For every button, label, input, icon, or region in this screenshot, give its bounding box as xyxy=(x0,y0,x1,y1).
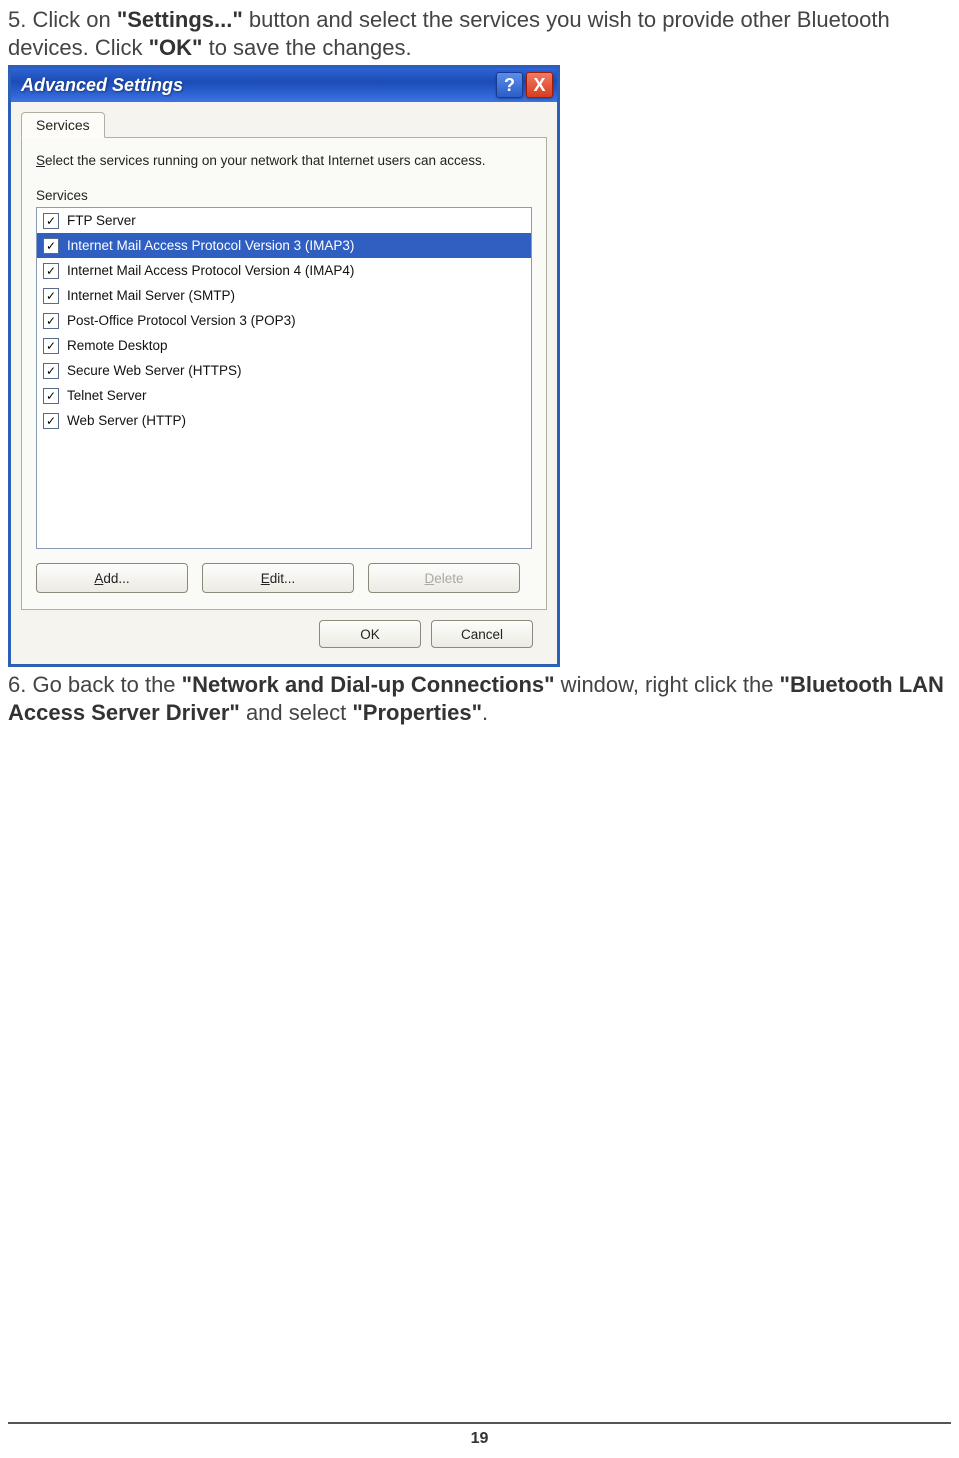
service-item[interactable]: ✓ Telnet Server xyxy=(37,383,531,408)
help-button[interactable]: ? xyxy=(496,72,523,98)
step-5-text: 5. Click on "Settings..." button and sel… xyxy=(8,6,951,61)
checkbox[interactable]: ✓ xyxy=(43,338,59,354)
checkbox[interactable]: ✓ xyxy=(43,313,59,329)
ok-button[interactable]: OK xyxy=(319,620,421,648)
page-number: 19 xyxy=(471,1430,489,1447)
service-item[interactable]: ✓ Secure Web Server (HTTPS) xyxy=(37,358,531,383)
service-label: Telnet Server xyxy=(67,388,147,403)
service-label: Internet Mail Access Protocol Version 3 … xyxy=(67,238,354,253)
checkbox[interactable]: ✓ xyxy=(43,363,59,379)
services-label: Services xyxy=(36,188,532,203)
service-item[interactable]: ✓ Post-Office Protocol Version 3 (POP3) xyxy=(37,308,531,333)
dialog-body: Services Select the services running on … xyxy=(11,102,557,664)
service-label: Web Server (HTTP) xyxy=(67,413,186,428)
description-text: Select the services running on your netw… xyxy=(36,152,532,170)
checkbox[interactable]: ✓ xyxy=(43,388,59,404)
step-6-text: 6. Go back to the "Network and Dial-up C… xyxy=(8,671,951,726)
service-item[interactable]: ✓ FTP Server xyxy=(37,208,531,233)
service-item[interactable]: ✓ Web Server (HTTP) xyxy=(37,408,531,433)
service-label: Internet Mail Access Protocol Version 4 … xyxy=(67,263,354,278)
page-footer: 19 xyxy=(0,1422,959,1448)
service-label: Remote Desktop xyxy=(67,338,168,353)
service-item[interactable]: ✓ Remote Desktop xyxy=(37,333,531,358)
services-list[interactable]: ✓ FTP Server ✓ Internet Mail Access Protoco… xyxy=(36,207,532,549)
list-button-row: Add... Edit... Delete xyxy=(36,563,532,593)
service-label: FTP Server xyxy=(67,213,136,228)
checkbox[interactable]: ✓ xyxy=(43,263,59,279)
dialog-footer: OK Cancel xyxy=(21,610,547,652)
close-icon: X xyxy=(533,75,545,96)
checkbox[interactable]: ✓ xyxy=(43,413,59,429)
delete-button: Delete xyxy=(368,563,520,593)
service-label: Secure Web Server (HTTPS) xyxy=(67,363,242,378)
help-icon: ? xyxy=(504,75,515,96)
tab-services[interactable]: Services xyxy=(21,112,105,138)
checkbox[interactable]: ✓ xyxy=(43,238,59,254)
dialog-title: Advanced Settings xyxy=(21,75,493,96)
add-button[interactable]: Add... xyxy=(36,563,188,593)
cancel-button[interactable]: Cancel xyxy=(431,620,533,648)
service-item[interactable]: ✓ Internet Mail Access Protocol Version 4… xyxy=(37,258,531,283)
service-label: Post-Office Protocol Version 3 (POP3) xyxy=(67,313,296,328)
service-item[interactable]: ✓ Internet Mail Access Protocol Version 3… xyxy=(37,233,531,258)
tab-panel: Select the services running on your netw… xyxy=(21,137,547,610)
service-item[interactable]: ✓ Internet Mail Server (SMTP) xyxy=(37,283,531,308)
close-button[interactable]: X xyxy=(526,72,553,98)
checkbox[interactable]: ✓ xyxy=(43,288,59,304)
service-label: Internet Mail Server (SMTP) xyxy=(67,288,235,303)
titlebar: Advanced Settings ? X xyxy=(11,68,557,102)
advanced-settings-dialog: Advanced Settings ? X Services Select th… xyxy=(8,65,560,667)
tabstrip: Services xyxy=(21,112,547,138)
edit-button[interactable]: Edit... xyxy=(202,563,354,593)
checkbox[interactable]: ✓ xyxy=(43,213,59,229)
